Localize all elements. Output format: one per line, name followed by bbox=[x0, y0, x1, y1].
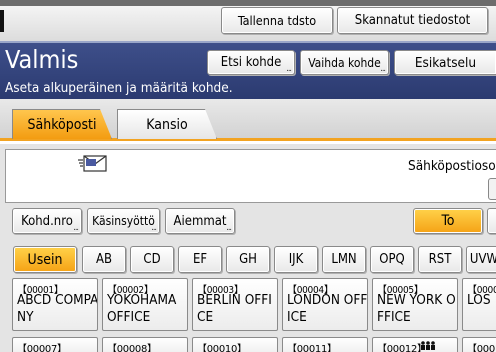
manual-entry-button[interactable]: Käsinsyöttö ... bbox=[87, 208, 160, 234]
entry-number: 【00013】 bbox=[467, 344, 496, 352]
save-document-button[interactable]: Tallenna tdsto bbox=[221, 7, 333, 34]
switch-destination-button[interactable]: Vaihda kohde ... bbox=[300, 50, 389, 75]
entry-name: LOS bbox=[467, 292, 491, 308]
index-tab-ef[interactable]: EF bbox=[178, 246, 222, 273]
index-tab-uvw[interactable]: UVW bbox=[466, 246, 496, 273]
tab-bar: Sähköposti Kansio bbox=[0, 99, 496, 141]
address-entry[interactable]: 【00003】 BERLIN OFFICE bbox=[192, 278, 278, 331]
entry-name: NEW YORK OFFICE bbox=[377, 292, 456, 325]
entry-number: 【00008】 bbox=[107, 344, 157, 352]
address-entry[interactable]: 【00004】 LONDON OFFICE bbox=[282, 278, 368, 331]
status-title: Valmis bbox=[5, 45, 79, 74]
entry-number: 【00011】 bbox=[287, 344, 337, 352]
search-destination-button[interactable]: Etsi kohde ... bbox=[207, 50, 295, 75]
history-button[interactable]: Aiemmat ... bbox=[165, 208, 235, 234]
more-dots-icon: ... bbox=[226, 223, 232, 233]
destination-number-button[interactable]: Kohd.nro ... bbox=[12, 208, 82, 234]
address-entry[interactable]: 【00002】 YOKOHAMA OFFICE bbox=[102, 278, 188, 331]
address-entry[interactable]: 【00006】 LOS bbox=[462, 278, 496, 331]
index-tab-ijk[interactable]: IJK bbox=[274, 246, 318, 273]
tab-folder[interactable]: Kansio bbox=[117, 109, 217, 139]
destination-entry-button[interactable] bbox=[488, 178, 496, 200]
more-dots-icon: ... bbox=[286, 64, 292, 74]
entry-number: 【00010】 bbox=[197, 344, 247, 352]
index-tab-ab[interactable]: AB bbox=[82, 246, 126, 273]
address-field-edge-button[interactable] bbox=[487, 208, 496, 234]
more-dots-icon: ... bbox=[151, 223, 157, 233]
address-entry[interactable]: 【00005】 NEW YORK OFFICE bbox=[372, 278, 458, 331]
address-entry[interactable]: 【00008】 bbox=[102, 337, 188, 352]
index-tab-gh[interactable]: GH bbox=[226, 246, 270, 273]
status-instruction: Aseta alkuperäinen ja määritä kohde. bbox=[5, 80, 233, 96]
index-tab-frequent[interactable]: Usein bbox=[13, 246, 77, 273]
destination-box: Sähköpostiosoite bbox=[5, 149, 496, 203]
address-entry[interactable]: 【00010】 bbox=[192, 337, 278, 352]
tab-email[interactable]: Sähköposti bbox=[12, 109, 112, 139]
manual-entry-label: Käsinsyöttö bbox=[92, 214, 155, 228]
preview-button[interactable]: Esikatselu bbox=[394, 50, 496, 75]
history-label: Aiemmat bbox=[173, 213, 227, 229]
status-header: Valmis Aseta alkuperäinen ja määritä koh… bbox=[0, 41, 496, 99]
switch-destination-label: Vaihda kohde bbox=[308, 55, 381, 70]
index-tab-lmn[interactable]: LMN bbox=[322, 246, 366, 273]
left-edge-marker bbox=[0, 10, 4, 32]
index-tab-rst[interactable]: RST bbox=[418, 246, 462, 273]
to-button[interactable]: To bbox=[413, 208, 483, 234]
index-tab-cd[interactable]: CD bbox=[130, 246, 174, 273]
address-entry[interactable]: 【00013】 bbox=[462, 337, 496, 352]
address-entry[interactable]: 【00007】 bbox=[12, 337, 98, 352]
index-tab-opq[interactable]: OPQ bbox=[370, 246, 414, 273]
entry-number: 【00007】 bbox=[17, 344, 67, 352]
more-dots-icon: ... bbox=[380, 64, 386, 74]
address-entry[interactable]: 【00011】 bbox=[282, 337, 368, 352]
entry-name: LONDON OFFICE bbox=[287, 292, 368, 325]
address-entry[interactable]: 【00001】 ABCD COMPANY bbox=[12, 278, 98, 331]
email-icon bbox=[78, 155, 107, 172]
scanned-files-button[interactable]: Skannatut tiedostot bbox=[337, 7, 488, 34]
entry-name: YOKOHAMA OFFICE bbox=[107, 292, 177, 325]
address-entry[interactable]: 【00012】 bbox=[372, 337, 458, 352]
entry-name: BERLIN OFFICE bbox=[197, 292, 272, 325]
more-dots-icon: ... bbox=[73, 223, 79, 233]
group-icon bbox=[421, 341, 435, 350]
destination-number-label: Kohd.nro bbox=[21, 213, 73, 229]
email-address-label: Sähköpostiosoite bbox=[408, 158, 496, 174]
entry-name: ABCD COMPANY bbox=[17, 292, 98, 325]
search-destination-label: Etsi kohde bbox=[220, 55, 282, 70]
top-toolbar: Tallenna tdsto Skannatut tiedostot bbox=[0, 0, 496, 41]
